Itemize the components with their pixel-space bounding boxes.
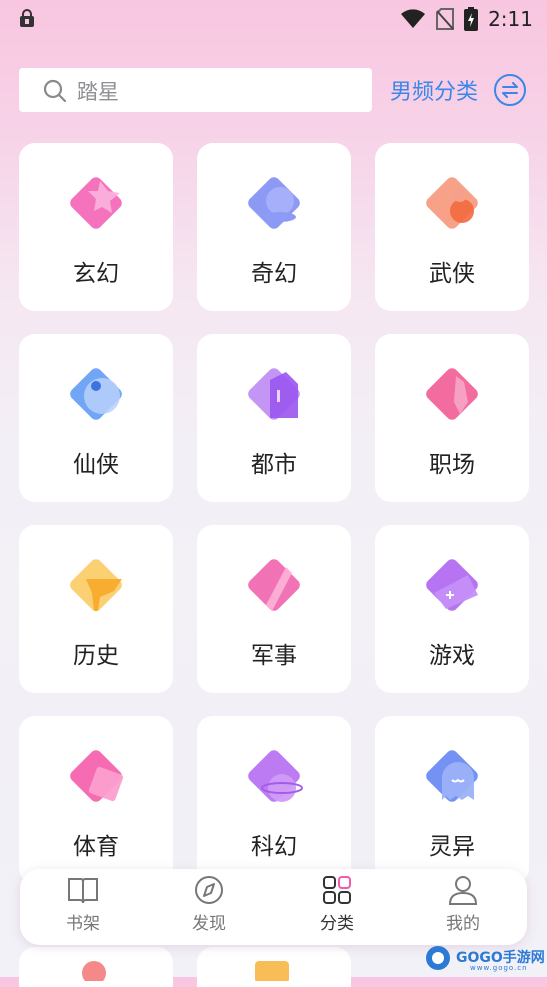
crystal-ball-icon — [248, 177, 300, 229]
swap-icon[interactable] — [493, 73, 527, 107]
ghost-icon — [426, 750, 478, 802]
category-label: 体育 — [73, 834, 119, 860]
category-label: 职场 — [429, 452, 475, 478]
search-icon — [43, 79, 67, 103]
battery-icon — [464, 7, 479, 31]
tab-label: 分类 — [320, 914, 354, 934]
sword-icon — [248, 559, 300, 611]
search-placeholder: 踏星 — [77, 80, 119, 104]
wifi-icon — [401, 9, 426, 28]
watermark-icon — [426, 946, 450, 970]
jersey-icon — [70, 750, 124, 802]
category-label: 游戏 — [429, 643, 475, 669]
status-bar: 2:11 — [0, 0, 547, 40]
gourd-icon — [426, 177, 478, 229]
category-card-kehuan[interactable]: 科幻 — [197, 716, 351, 884]
category-label: 武侠 — [429, 261, 475, 287]
tie-icon — [426, 368, 478, 420]
watermark-logo: GOGO手游网 www.gogo.cn — [424, 944, 545, 972]
category-card-lingyi[interactable]: 灵异 — [375, 716, 529, 884]
category-card-peek[interactable] — [19, 947, 173, 987]
category-label: 历史 — [73, 643, 119, 669]
category-card-dushi[interactable]: 都市 — [197, 334, 351, 502]
gamepad-icon — [426, 559, 478, 611]
category-card-youxi[interactable]: 游戏 — [375, 525, 529, 693]
gender-switch-label[interactable]: 男频分类 — [390, 74, 478, 106]
category-label: 玄幻 — [73, 261, 119, 287]
tab-mine[interactable]: 我的 — [418, 875, 508, 934]
bottom-tab-bar: 书架 发现 分类 我的 — [20, 869, 527, 945]
status-time: 2:11 — [488, 7, 533, 31]
category-card-peek[interactable] — [197, 947, 351, 987]
category-card-tiyu[interactable]: 体育 — [19, 716, 173, 884]
book-icon — [68, 878, 98, 904]
category-card-lishi[interactable]: 历史 — [19, 525, 173, 693]
category-card-xuanhuan[interactable]: 玄幻 — [19, 143, 173, 311]
search-input[interactable]: 踏星 — [19, 68, 372, 112]
tab-label: 发现 — [192, 914, 226, 934]
fantasy-icon — [70, 177, 122, 229]
category-card-junshi[interactable]: 军事 — [197, 525, 351, 693]
category-label: 军事 — [251, 643, 297, 669]
tab-label: 书架 — [66, 914, 100, 934]
grid-icon — [323, 876, 351, 904]
category-label: 奇幻 — [251, 261, 297, 287]
category-card-wuxia[interactable]: 武侠 — [375, 143, 529, 311]
building-icon — [248, 368, 300, 420]
yin-yang-icon — [70, 368, 122, 420]
no-sim-icon — [436, 8, 455, 30]
planet-icon — [248, 750, 303, 802]
lock-icon — [20, 9, 34, 27]
watermark-sub: www.gogo.cn — [470, 964, 528, 972]
tab-category[interactable]: 分类 — [292, 875, 382, 934]
category-label: 科幻 — [251, 834, 297, 860]
user-icon — [448, 876, 478, 905]
category-card-qihuan[interactable]: 奇幻 — [197, 143, 351, 311]
tab-discover[interactable]: 发现 — [164, 875, 254, 934]
tab-bookshelf[interactable]: 书架 — [38, 875, 128, 934]
category-label: 仙侠 — [73, 452, 119, 478]
category-card-xianxia[interactable]: 仙侠 — [19, 334, 173, 502]
category-label: 灵异 — [429, 834, 475, 860]
compass-icon — [195, 876, 223, 904]
category-label: 都市 — [251, 452, 297, 478]
tab-label: 我的 — [446, 914, 480, 934]
category-card-zhichang[interactable]: 职场 — [375, 334, 529, 502]
flag-icon — [70, 559, 122, 611]
